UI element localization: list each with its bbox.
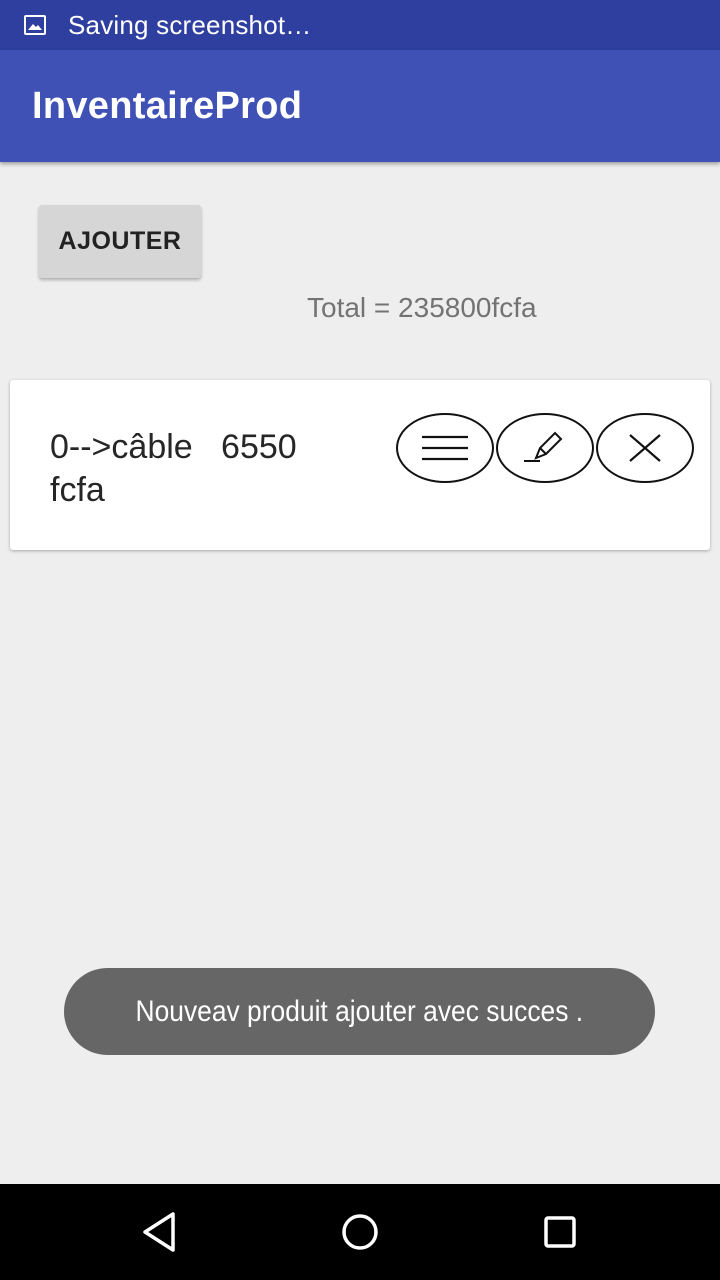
delete-button[interactable] (596, 413, 694, 483)
image-icon (24, 15, 46, 35)
menu-icon (422, 435, 468, 461)
navigation-bar (0, 1184, 720, 1280)
toast-text: Nouveav produit ajouter avec succes . (135, 994, 584, 1028)
details-button[interactable] (396, 413, 494, 483)
home-button[interactable] (336, 1208, 384, 1256)
recents-icon (544, 1216, 576, 1248)
product-list-item: 0-->câble 6550 fcfa (10, 380, 710, 550)
add-button[interactable]: AJOUTER (39, 205, 201, 278)
status-bar: Saving screenshot… (0, 0, 720, 50)
home-icon (342, 1214, 378, 1250)
edit-pencil-icon (524, 431, 563, 462)
back-button[interactable] (136, 1208, 184, 1256)
status-text: Saving screenshot… (68, 9, 312, 40)
toast-message: Nouveav produit ajouter avec succes . (64, 968, 655, 1055)
app-title: InventaireProd (32, 84, 303, 127)
close-icon (629, 434, 661, 462)
total-label: Total = 235800fcfa (307, 292, 537, 323)
back-icon (143, 1212, 175, 1252)
edit-button[interactable] (496, 413, 594, 483)
recents-button[interactable] (536, 1208, 584, 1256)
app-bar: InventaireProd (0, 50, 720, 162)
product-label: 0-->câble 6550 fcfa (50, 428, 307, 509)
